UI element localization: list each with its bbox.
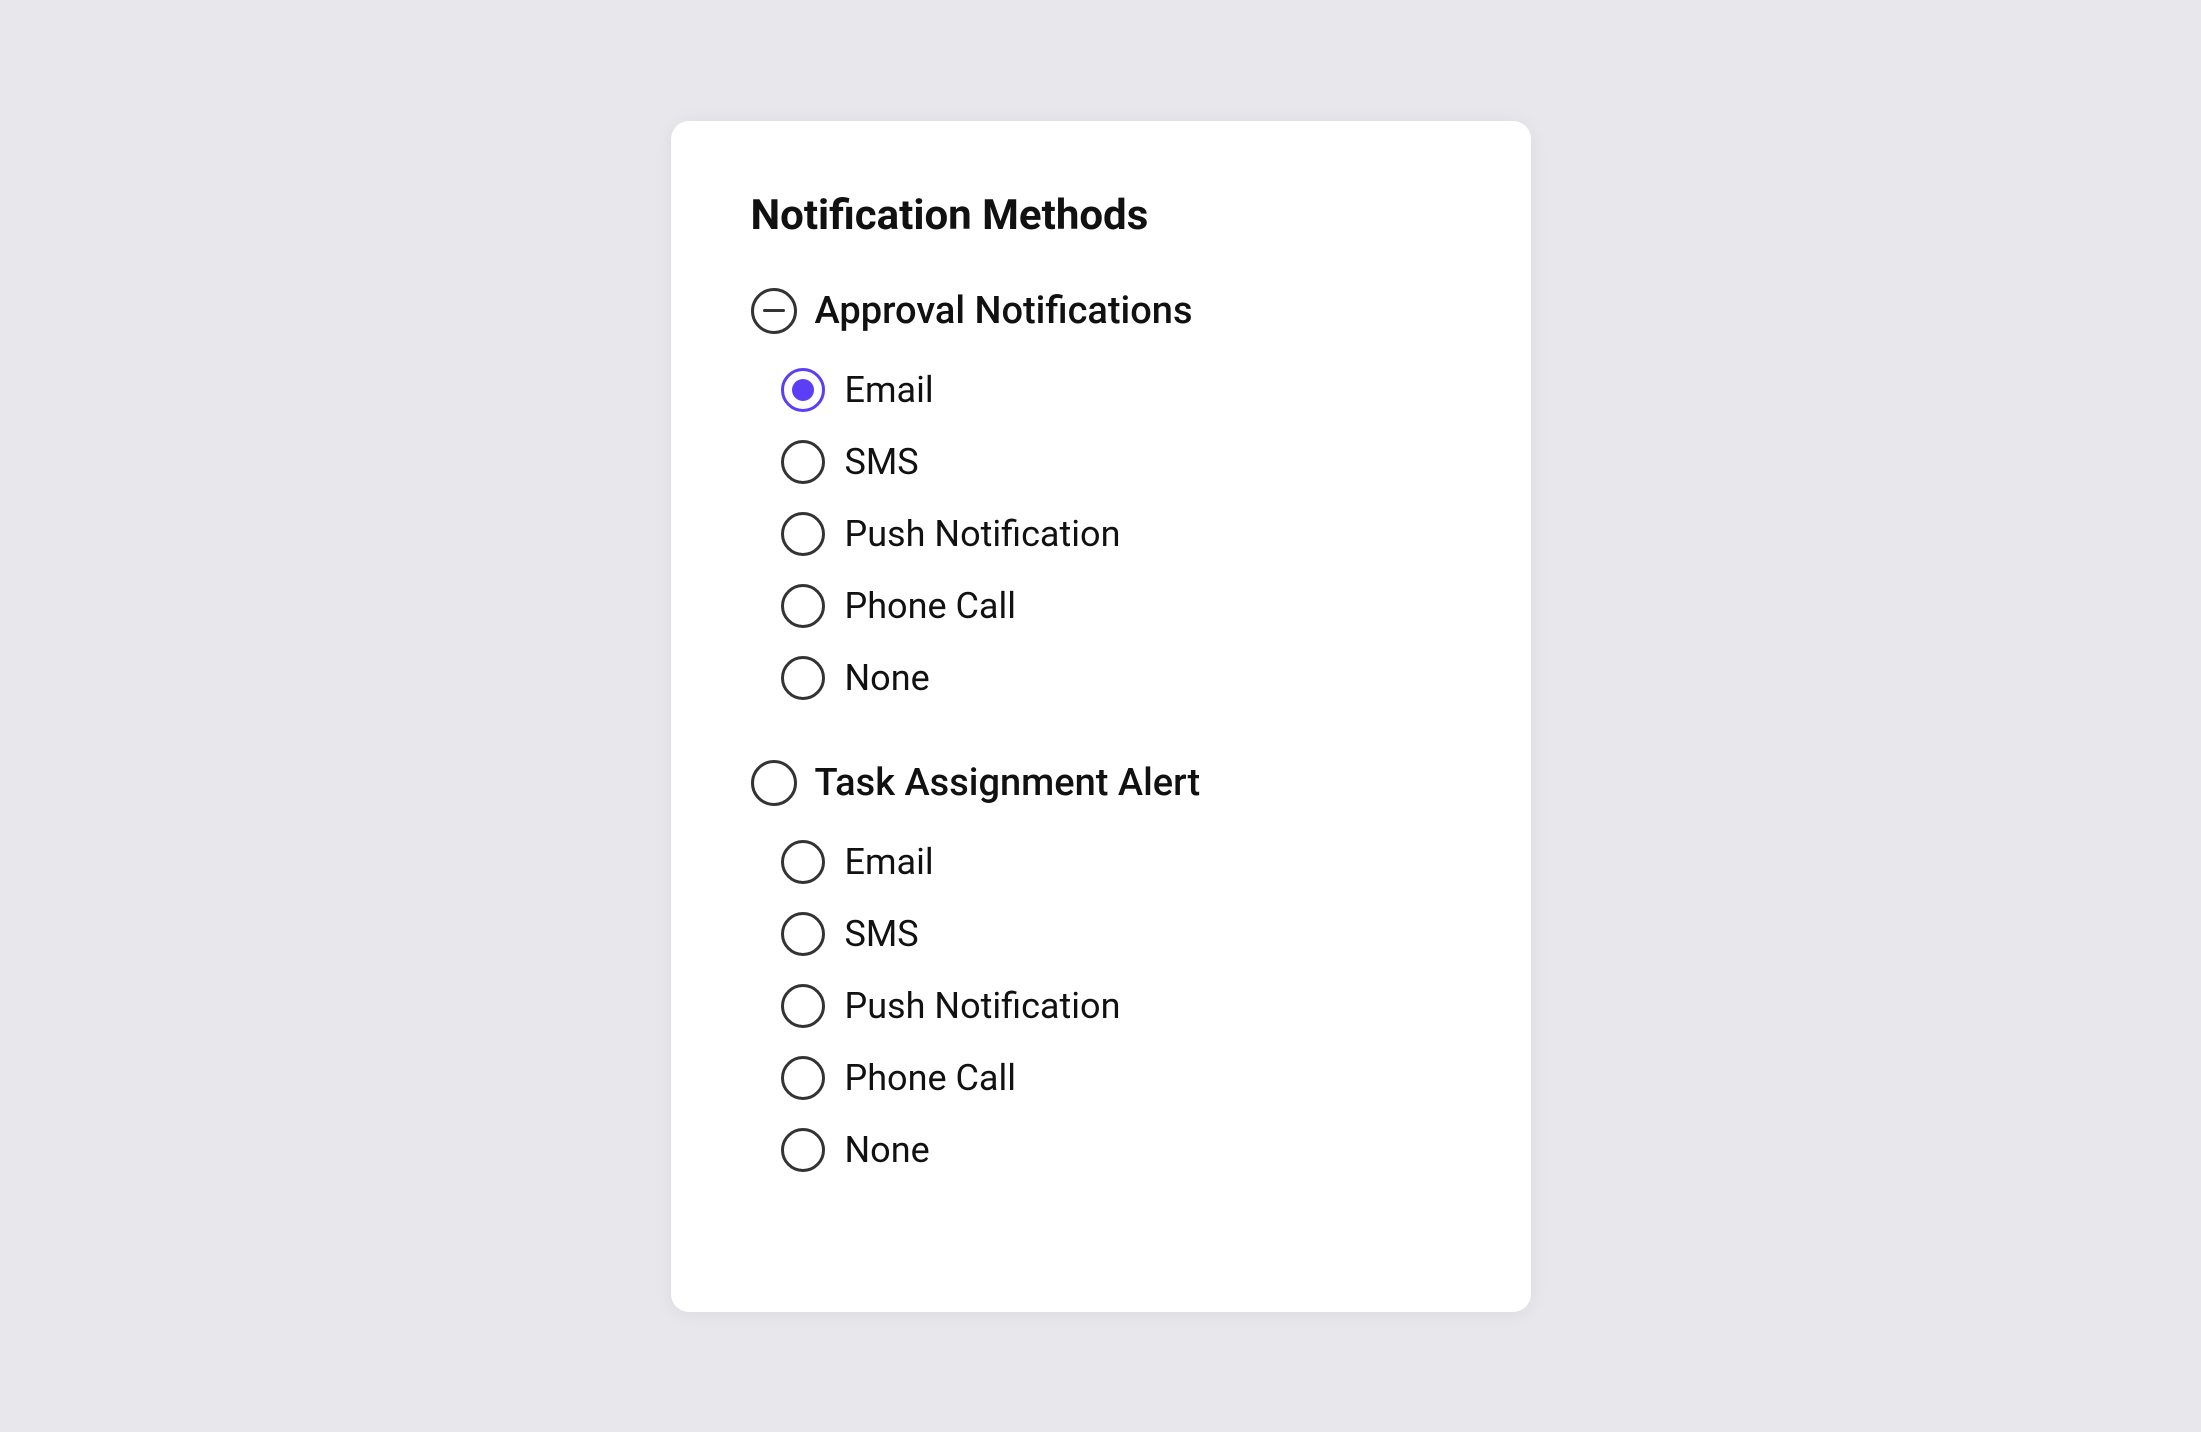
radio-task-assignment-alert-option-1[interactable] (781, 912, 825, 956)
option-item-approval-notifications-option-3[interactable]: Phone Call (781, 574, 1451, 638)
label-task-assignment-alert-option-0: Email (845, 841, 934, 883)
page-title: Notification Methods (751, 191, 1451, 240)
label-approval-notifications-option-1: SMS (845, 441, 919, 483)
radio-approval-notifications-option-0[interactable] (781, 368, 825, 412)
label-approval-notifications-option-0: Email (845, 369, 934, 411)
options-list-approval-notifications: Email SMS Push Notification Phone Call None (751, 358, 1451, 710)
option-item-approval-notifications-option-0[interactable]: Email (781, 358, 1451, 422)
option-item-task-assignment-alert-option-2[interactable]: Push Notification (781, 974, 1451, 1038)
radio-task-assignment-alert-option-4[interactable] (781, 1128, 825, 1172)
radio-task-assignment-alert-option-0[interactable] (781, 840, 825, 884)
option-item-approval-notifications-option-2[interactable]: Push Notification (781, 502, 1451, 566)
option-item-approval-notifications-option-4[interactable]: None (781, 646, 1451, 710)
label-approval-notifications-option-2: Push Notification (845, 513, 1121, 555)
label-task-assignment-alert-option-4: None (845, 1129, 930, 1171)
option-item-task-assignment-alert-option-0[interactable]: Email (781, 830, 1451, 894)
option-item-task-assignment-alert-option-1[interactable]: SMS (781, 902, 1451, 966)
notification-methods-card: Notification Methods Approval Notificati… (671, 121, 1531, 1312)
option-item-approval-notifications-option-1[interactable]: SMS (781, 430, 1451, 494)
radio-approval-notifications-option-1[interactable] (781, 440, 825, 484)
section-title-approval-notifications: Approval Notifications (815, 289, 1193, 333)
section-title-task-assignment-alert: Task Assignment Alert (815, 761, 1201, 805)
radio-approval-notifications-option-2[interactable] (781, 512, 825, 556)
option-item-task-assignment-alert-option-3[interactable]: Phone Call (781, 1046, 1451, 1110)
section-task-assignment-alert: Task Assignment Alert Email SMS Push Notifi… (751, 760, 1451, 1182)
label-task-assignment-alert-option-2: Push Notification (845, 985, 1121, 1027)
option-item-task-assignment-alert-option-4[interactable]: None (781, 1118, 1451, 1182)
options-list-task-assignment-alert: Email SMS Push Notification Phone Call None (751, 830, 1451, 1182)
section-approval-notifications: Approval Notifications Email SMS Push Notif… (751, 288, 1451, 710)
empty-circle-icon (751, 760, 797, 806)
radio-approval-notifications-option-3[interactable] (781, 584, 825, 628)
label-task-assignment-alert-option-3: Phone Call (845, 1057, 1017, 1099)
label-approval-notifications-option-3: Phone Call (845, 585, 1017, 627)
label-task-assignment-alert-option-1: SMS (845, 913, 919, 955)
radio-task-assignment-alert-option-2[interactable] (781, 984, 825, 1028)
radio-approval-notifications-option-4[interactable] (781, 656, 825, 700)
minus-icon (751, 288, 797, 334)
radio-task-assignment-alert-option-3[interactable] (781, 1056, 825, 1100)
label-approval-notifications-option-4: None (845, 657, 930, 699)
